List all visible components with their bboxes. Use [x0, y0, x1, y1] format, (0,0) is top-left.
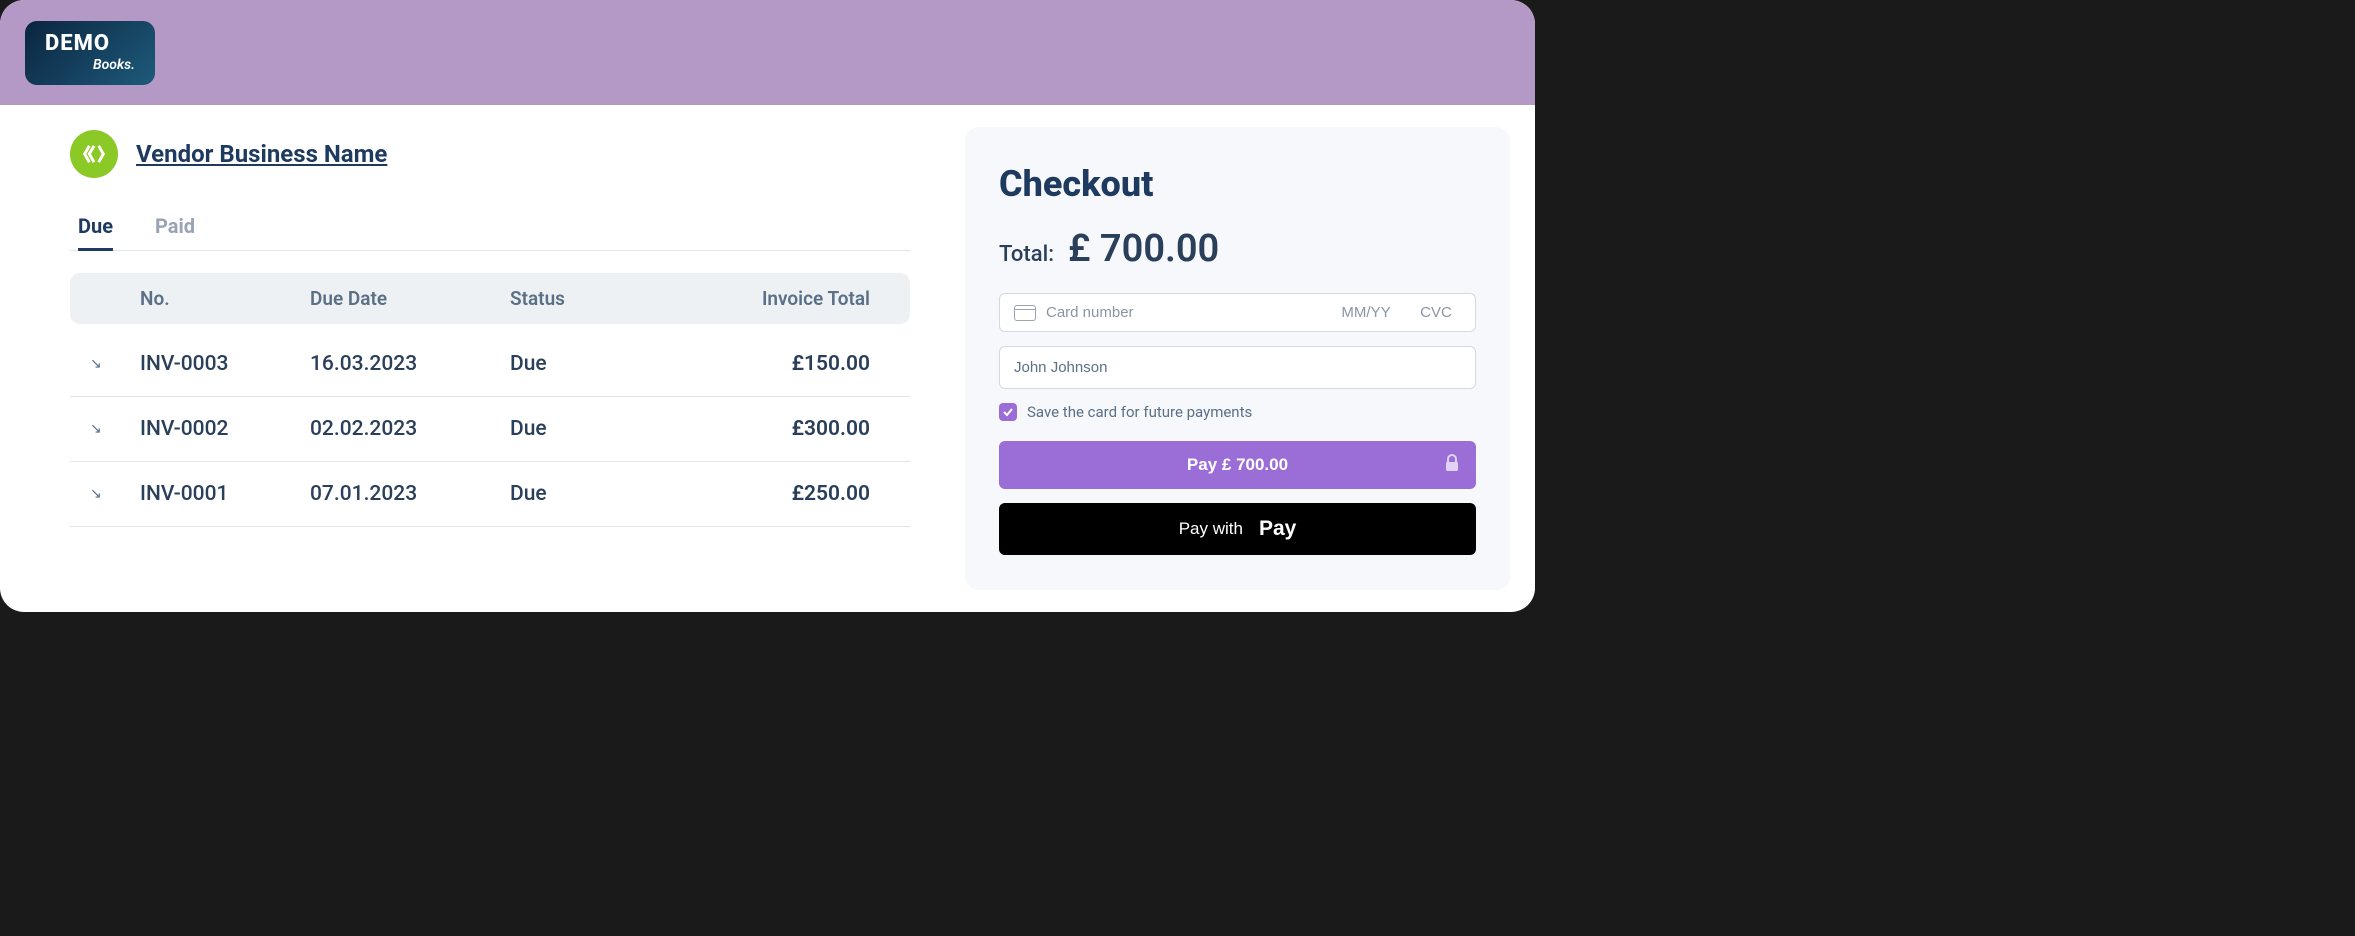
logo-demo-text: DEMO — [45, 33, 110, 55]
cardholder-name-input[interactable] — [999, 346, 1476, 389]
th-status: Status — [510, 287, 710, 310]
vendor-icon — [70, 130, 118, 178]
cell-invoice-total: £150.00 — [710, 352, 890, 376]
cell-status: Due — [510, 352, 710, 376]
cell-invoice-total: £300.00 — [710, 417, 890, 441]
table-row[interactable]: ↘ INV-0002 02.02.2023 Due £300.00 — [70, 397, 910, 462]
save-card-row: Save the card for future payments — [999, 403, 1476, 421]
card-input-row — [999, 293, 1476, 332]
cell-due-date: 07.01.2023 — [310, 482, 510, 506]
th-invoice-total: Invoice Total — [710, 287, 890, 310]
vendor-row: Vendor Business Name — [70, 130, 910, 178]
header-bar: DEMO Books. — [0, 0, 1535, 105]
card-cvc-input[interactable] — [1411, 304, 1461, 321]
pay-button-label: Pay £ 700.00 — [1187, 455, 1288, 475]
invoices-panel: Vendor Business Name Due Paid No. Due Da… — [0, 105, 965, 612]
total-label: Total: — [999, 242, 1054, 267]
apple-pay-prefix: Pay with — [1179, 519, 1243, 539]
cell-invoice-no: INV-0003 — [140, 352, 310, 376]
apple-pay-text: Pay — [1259, 517, 1296, 541]
invoice-table: No. Due Date Status Invoice Total ↘ INV-… — [70, 273, 910, 527]
table-header: No. Due Date Status Invoice Total — [70, 273, 910, 324]
pay-button[interactable]: Pay £ 700.00 — [999, 441, 1476, 489]
apple-pay-button[interactable]: Pay with Pay — [999, 503, 1476, 555]
expand-arrow-icon: ↘ — [90, 421, 140, 437]
tab-paid[interactable]: Paid — [155, 208, 195, 251]
vendor-name-link[interactable]: Vendor Business Name — [136, 140, 387, 168]
th-no: No. — [140, 287, 310, 310]
cell-invoice-total: £250.00 — [710, 482, 890, 506]
total-amount: £ 700.00 — [1068, 227, 1219, 271]
app-window: DEMO Books. Vendor Business Name Due Pai… — [0, 0, 1535, 612]
checkout-panel: Checkout Total: £ 700.00 Save the car — [965, 127, 1510, 590]
tab-due[interactable]: Due — [78, 208, 113, 251]
card-icon — [1014, 305, 1036, 321]
cell-due-date: 02.02.2023 — [310, 417, 510, 441]
th-due-date: Due Date — [310, 287, 510, 310]
main-content: Vendor Business Name Due Paid No. Due Da… — [0, 105, 1535, 612]
checkout-title: Checkout — [999, 163, 1476, 205]
lock-icon — [1444, 454, 1460, 477]
cell-invoice-no: INV-0001 — [140, 482, 310, 506]
table-row[interactable]: ↘ INV-0003 16.03.2023 Due £150.00 — [70, 332, 910, 397]
save-card-checkbox[interactable] — [999, 403, 1017, 421]
expand-arrow-icon: ↘ — [90, 486, 140, 502]
cell-invoice-no: INV-0002 — [140, 417, 310, 441]
table-row[interactable]: ↘ INV-0001 07.01.2023 Due £250.00 — [70, 462, 910, 527]
logo-badge: DEMO Books. — [25, 21, 155, 85]
expand-arrow-icon: ↘ — [90, 356, 140, 372]
save-card-label: Save the card for future payments — [1027, 403, 1252, 421]
logo-books-text: Books. — [93, 57, 135, 73]
card-expiry-input[interactable] — [1331, 304, 1401, 321]
cell-status: Due — [510, 417, 710, 441]
total-row: Total: £ 700.00 — [999, 227, 1476, 271]
card-number-input[interactable] — [1046, 304, 1321, 321]
cell-due-date: 16.03.2023 — [310, 352, 510, 376]
cell-status: Due — [510, 482, 710, 506]
tabs: Due Paid — [70, 208, 910, 251]
